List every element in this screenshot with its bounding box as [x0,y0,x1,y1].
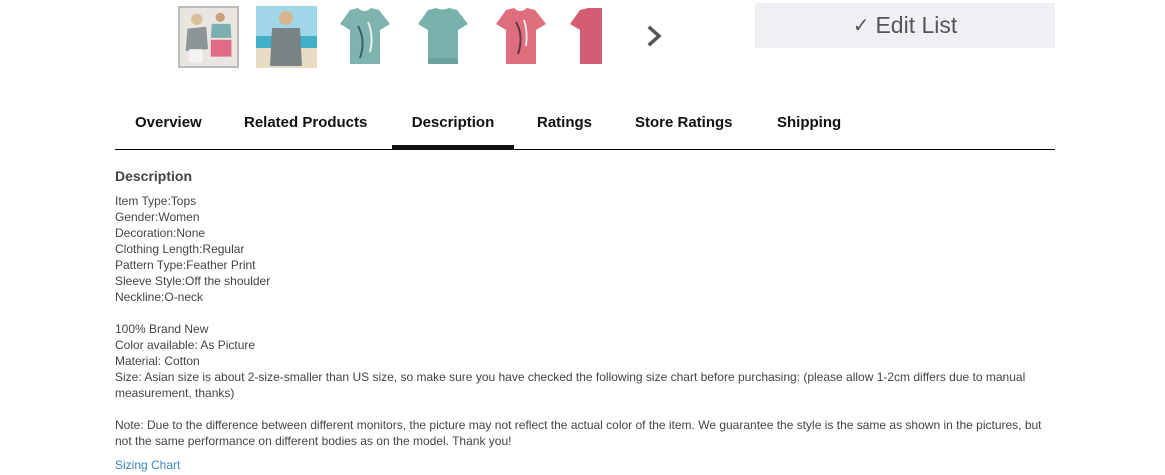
product-image [568,6,602,68]
spec-item: Sleeve Style:Off the shoulder [115,274,271,288]
tab-related-products[interactable]: Related Products [244,104,367,148]
note-text: Note: Due to the difference between diff… [115,418,1042,448]
tab-store-ratings[interactable]: Store Ratings [635,104,733,148]
thumbnail-teal-back[interactable] [412,6,473,68]
detail-item: Color available: As Picture [115,338,256,352]
thumbnail-beach-model[interactable] [256,6,317,68]
tab-overview[interactable]: Overview [135,104,202,148]
product-image [490,6,551,68]
spec-item: Pattern Type:Feather Print [115,258,256,272]
chevron-right-icon[interactable] [645,24,665,48]
tab-shipping[interactable]: Shipping [777,104,841,148]
detail-item: Size: Asian size is about 2-size-smaller… [115,370,1026,400]
checkmark-icon: ✓ [852,15,870,37]
spec-item: Clothing Length:Regular [115,242,245,256]
sizing-chart-link[interactable]: Sizing Chart [115,457,1060,473]
description-panel: Description Item Type:Tops Gender:Women … [115,168,1060,473]
spec-item: Item Type:Tops [115,194,197,208]
thumbnail-pink-front[interactable] [490,6,551,68]
product-image [412,6,473,68]
spec-item: Neckline:O-neck [115,290,204,304]
product-image [180,8,237,66]
thumbnail-teal-front[interactable] [334,6,395,68]
detail-list: 100% Brand New Color available: As Pictu… [115,321,1060,401]
product-image [256,6,317,68]
thumbnail-two-models[interactable] [178,6,239,68]
edit-list-button[interactable]: ✓ Edit List [755,3,1055,48]
thumbnail-pink-back[interactable] [568,6,602,68]
tab-ratings[interactable]: Ratings [537,104,592,148]
spec-item: Decoration:None [115,226,206,240]
spec-list: Item Type:Tops Gender:Women Decoration:N… [115,193,1060,305]
detail-item: 100% Brand New [115,322,209,336]
tab-description[interactable]: Description [392,104,514,150]
edit-list-label: Edit List [875,12,958,38]
spec-item: Gender:Women [115,210,200,224]
product-tabs: Overview Related Products Description Ra… [115,104,1055,150]
description-heading: Description [115,168,193,184]
detail-item: Material: Cotton [115,354,200,368]
product-image [334,6,395,68]
